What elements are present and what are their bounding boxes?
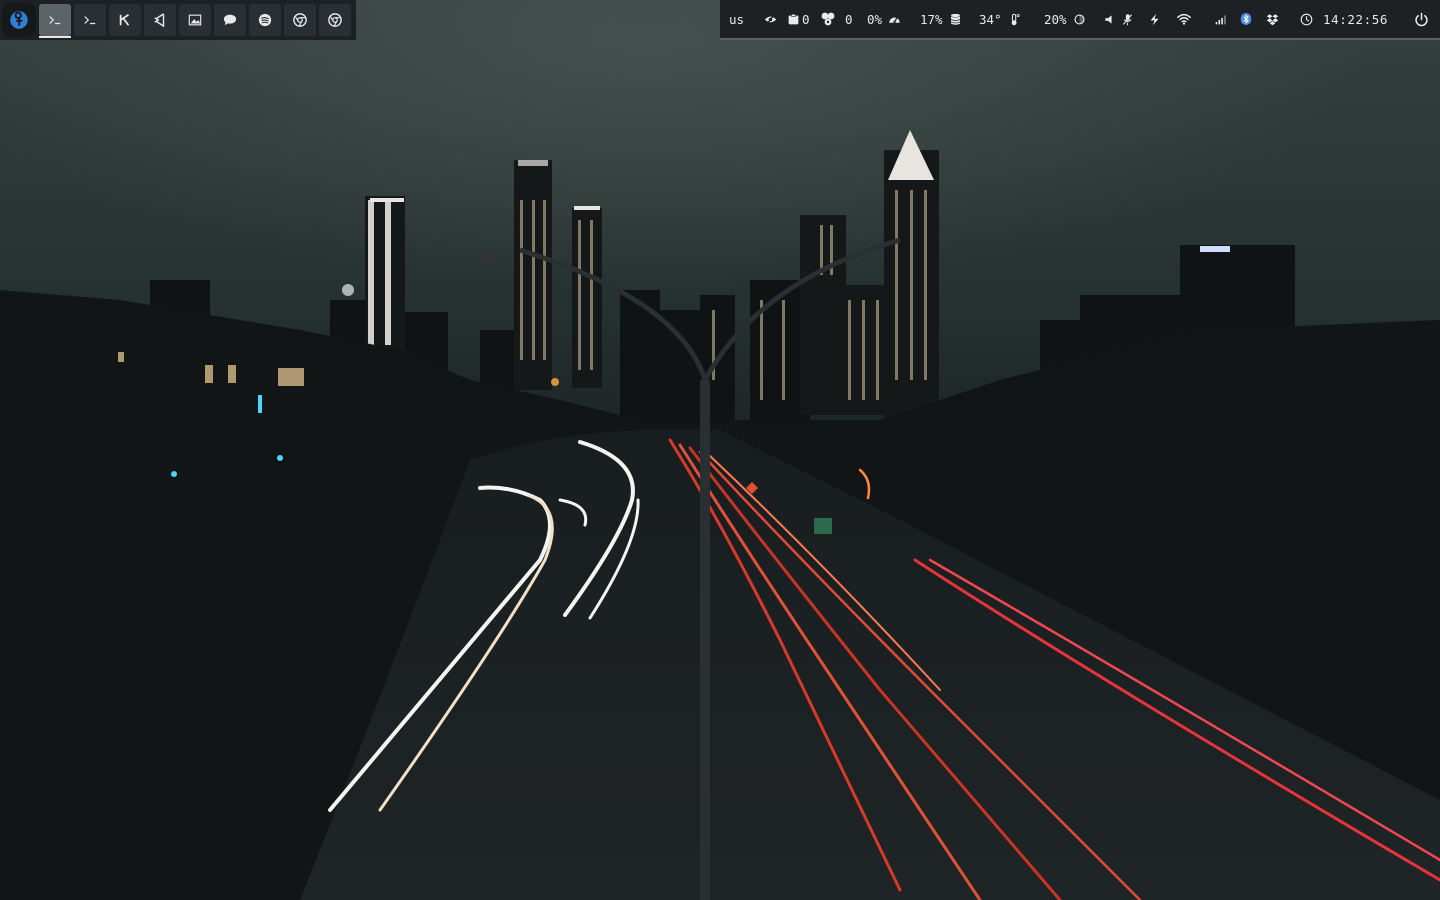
cpu-widget[interactable]: 0% [867,0,901,38]
keyboard-layout-label: us [729,11,745,27]
audio-widget[interactable] [1104,0,1134,38]
temperature-value: 34° [979,11,1002,27]
microphone-muted-icon [1121,13,1134,26]
taskbar-app-kitty[interactable] [109,4,141,36]
fedora-icon [9,10,29,30]
idle-inhibitor[interactable] [764,0,777,38]
memory-widget[interactable]: 17% [920,0,962,38]
taskbar-app-chrome-2[interactable] [319,4,351,36]
brightness-icon [1073,13,1086,26]
app-taskbar [0,0,356,40]
vscode-icon [153,13,167,27]
clock-icon [1300,13,1313,26]
taskbar-app-terminal-2[interactable] [74,4,106,36]
updates-widget[interactable]: 0 [820,0,853,38]
dropbox-widget[interactable] [1266,0,1279,38]
taskbar-app-terminal-1[interactable] [39,4,71,38]
signal-bars-icon [1214,13,1227,26]
bluetooth-icon [1240,11,1252,27]
kitty-icon [118,13,132,27]
terminal-icon [83,13,97,27]
clock-widget[interactable]: 14:22:56 [1300,0,1388,38]
bluetooth-widget[interactable] [1240,0,1252,38]
chrome-icon [293,13,307,27]
volume-icon [1104,14,1115,25]
spotify-icon [258,13,272,27]
taskbar-app-image-viewer[interactable] [179,4,211,36]
thermometer-icon [1008,13,1021,26]
clipboard-icon [787,13,800,26]
brightness-value: 20% [1044,11,1067,27]
keyboard-layout[interactable]: us [729,0,744,38]
wallpaper [0,0,1440,900]
cpu-usage: 0% [867,11,883,27]
taskbar-app-vscode[interactable] [144,4,176,36]
dropbox-icon [1266,13,1279,26]
clock-time: 14:22:56 [1323,11,1389,27]
power-button[interactable] [1414,0,1429,38]
chrome-icon [328,13,342,27]
taskbar-app-spotify[interactable] [249,4,281,36]
brightness-widget[interactable]: 20% [1044,0,1086,38]
package-icon [820,11,836,27]
status-bar: us 0 0 0% 17% 34° 20% 14:22:56 [720,0,1440,40]
temperature-widget[interactable]: 34° [979,0,1021,38]
memory-usage: 17% [920,11,943,27]
wifi-icon [1176,12,1192,26]
power-profile-widget[interactable] [1148,0,1161,38]
wifi-widget[interactable] [1176,0,1192,38]
chat-icon [223,13,237,27]
updates-count: 0 [845,11,853,27]
clipboard-count: 0 [802,11,810,27]
image-viewer-icon [188,13,202,27]
power-icon [1414,12,1429,27]
gauge-icon [888,13,901,26]
terminal-icon [48,13,62,27]
database-icon [949,13,962,26]
taskbar-app-chat[interactable] [214,4,246,36]
eye-slash-icon [764,13,777,26]
clipboard-widget[interactable]: 0 [787,0,810,38]
cellular-widget[interactable] [1214,0,1227,38]
taskbar-app-chrome-1[interactable] [284,4,316,36]
launcher-button[interactable] [2,3,36,37]
desktop: us 0 0 0% 17% 34° 20% 14:22:56 [0,0,1440,900]
lightning-icon [1148,13,1161,26]
